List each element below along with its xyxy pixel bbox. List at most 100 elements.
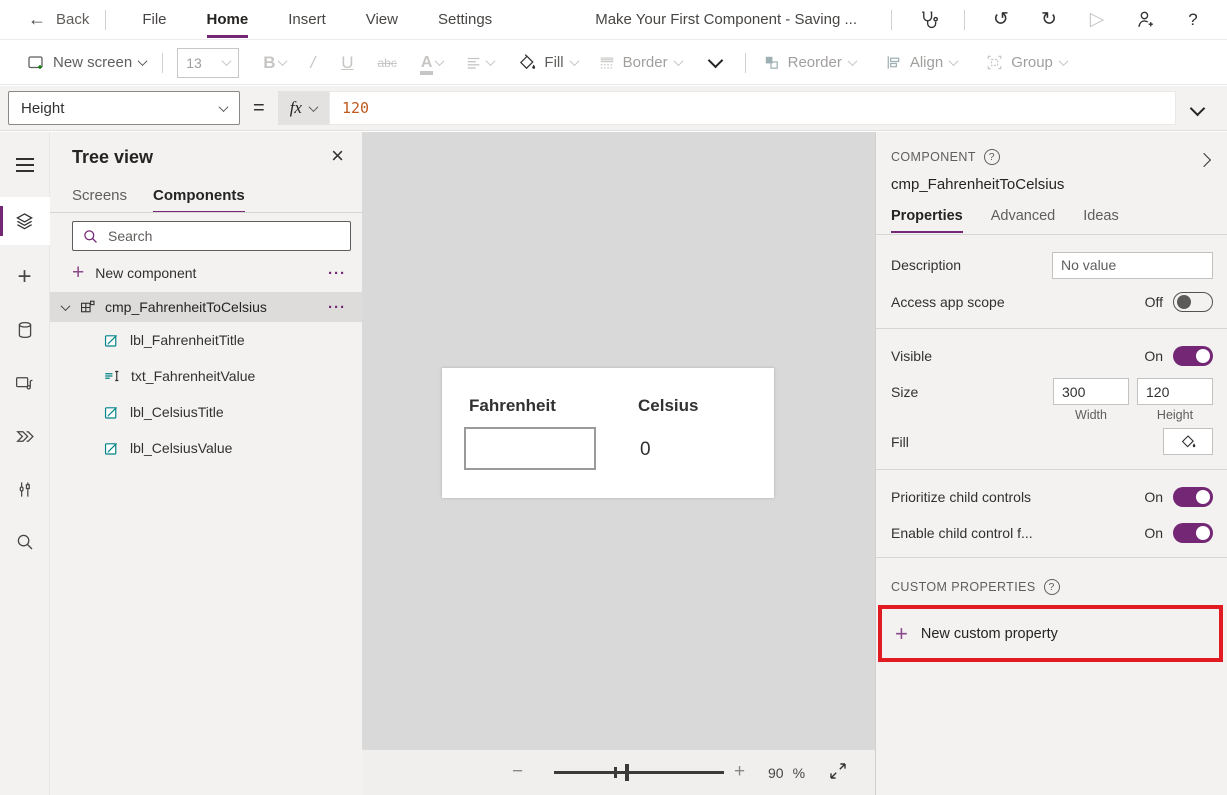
rail-media-button[interactable] bbox=[0, 362, 50, 404]
close-icon[interactable]: × bbox=[331, 145, 344, 167]
rail-insert-button[interactable]: + bbox=[0, 256, 50, 298]
preview-play-button[interactable]: ▷ bbox=[1085, 8, 1109, 32]
tree-view-panel: Tree view × Screens Components + New com… bbox=[50, 132, 362, 795]
zoom-slider-thumb[interactable] bbox=[625, 764, 629, 781]
rail-power-automate-button[interactable] bbox=[0, 415, 50, 457]
text-align-button[interactable] bbox=[465, 54, 496, 72]
help-icon[interactable]: ? bbox=[983, 149, 1000, 165]
formula-bar-expand-chevron[interactable] bbox=[1189, 100, 1206, 116]
fill-color-button[interactable] bbox=[1163, 428, 1213, 455]
fahrenheit-title-label[interactable]: Fahrenheit bbox=[469, 396, 556, 416]
expand-diagonal-icon bbox=[830, 763, 846, 779]
label-icon bbox=[103, 332, 120, 349]
formula-input[interactable] bbox=[328, 91, 1176, 125]
celsius-value-label[interactable]: 0 bbox=[640, 439, 651, 461]
strikethrough-button[interactable]: abc bbox=[378, 56, 397, 70]
tree-item-component[interactable]: cmp_FahrenheitToCelsius ··· bbox=[50, 292, 362, 322]
plus-icon: + bbox=[72, 260, 85, 284]
new-screen-button[interactable]: New screen bbox=[26, 53, 148, 73]
redo-icon: ↻ bbox=[1041, 9, 1057, 30]
properties-panel: COMPONENT ? cmp_FahrenheitToCelsius Prop… bbox=[875, 132, 1227, 795]
fahrenheit-value-input[interactable] bbox=[464, 427, 596, 470]
rail-search-button[interactable] bbox=[0, 521, 50, 563]
fx-selector[interactable]: fx bbox=[277, 91, 329, 125]
tab-properties[interactable]: Properties bbox=[891, 208, 963, 233]
toggle-state-label: On bbox=[1144, 348, 1163, 364]
chevron-down-icon bbox=[221, 56, 232, 67]
app-checker-button[interactable] bbox=[916, 8, 940, 32]
rail-tree-view-button[interactable] bbox=[0, 197, 50, 245]
share-button[interactable] bbox=[1133, 8, 1157, 32]
description-input[interactable] bbox=[1052, 251, 1213, 279]
more-options-icon[interactable]: ··· bbox=[328, 299, 346, 316]
visible-toggle[interactable] bbox=[1173, 346, 1213, 366]
canvas-area: Fahrenheit Celsius 0 − + 90 % bbox=[362, 132, 875, 795]
hamburger-menu-button[interactable] bbox=[0, 144, 50, 186]
menu-item-insert[interactable]: Insert bbox=[268, 0, 346, 40]
panel-collapse-button[interactable] bbox=[1196, 152, 1212, 168]
property-row-access-app-scope: Access app scope Off bbox=[891, 288, 1213, 316]
tree-item-label[interactable]: lbl_CelsiusValue bbox=[50, 430, 362, 466]
reorder-button[interactable]: Reorder bbox=[762, 53, 858, 72]
toolbar-expand-chevron[interactable] bbox=[707, 52, 723, 69]
plus-icon: + bbox=[17, 263, 32, 290]
underline-button[interactable]: U bbox=[341, 53, 353, 73]
property-row-visible: Visible On bbox=[891, 342, 1213, 370]
tree-search-box bbox=[72, 221, 351, 251]
tree-search-input[interactable] bbox=[108, 228, 341, 244]
access-app-scope-toggle[interactable] bbox=[1173, 292, 1213, 312]
zoom-slider[interactable] bbox=[554, 764, 724, 781]
new-component-button[interactable]: + New component ··· bbox=[72, 259, 346, 287]
back-button[interactable]: ← Back bbox=[28, 9, 89, 30]
redo-button[interactable]: ↻ bbox=[1037, 8, 1061, 32]
width-input[interactable] bbox=[1053, 378, 1129, 405]
chevron-right-icon bbox=[1196, 152, 1212, 168]
fit-to-window-button[interactable] bbox=[828, 761, 848, 781]
tab-advanced[interactable]: Advanced bbox=[991, 208, 1056, 233]
equals-sign: = bbox=[253, 96, 265, 119]
menu-item-view[interactable]: View bbox=[346, 0, 418, 40]
help-icon[interactable]: ? bbox=[1043, 579, 1060, 595]
prioritize-child-controls-toggle[interactable] bbox=[1173, 487, 1213, 507]
rail-advanced-tools-button[interactable] bbox=[0, 468, 50, 510]
property-selector[interactable]: Height bbox=[8, 91, 240, 125]
tab-ideas[interactable]: Ideas bbox=[1083, 208, 1118, 233]
group-button[interactable]: Group bbox=[985, 53, 1069, 72]
tab-screens[interactable]: Screens bbox=[72, 187, 127, 213]
bold-button[interactable]: B bbox=[263, 53, 288, 73]
tree-tabs: Screens Components bbox=[72, 187, 245, 213]
border-button[interactable]: Border bbox=[598, 54, 684, 72]
menu-item-settings[interactable]: Settings bbox=[418, 0, 512, 40]
tree-item-label[interactable]: lbl_CelsiusTitle bbox=[50, 394, 362, 430]
group-icon bbox=[985, 53, 1004, 72]
font-color-button[interactable]: A bbox=[419, 54, 445, 75]
zoom-percent: 90 % bbox=[768, 765, 806, 781]
chevron-expanded-icon[interactable] bbox=[60, 300, 71, 311]
align-button[interactable]: Align bbox=[884, 53, 959, 72]
tab-components[interactable]: Components bbox=[153, 187, 245, 213]
celsius-title-label[interactable]: Celsius bbox=[638, 396, 698, 416]
menu-item-file[interactable]: File bbox=[122, 0, 186, 40]
tree-list: cmp_FahrenheitToCelsius ··· lbl_Fahrenhe… bbox=[50, 292, 362, 466]
panel-tabs: Properties Advanced Ideas bbox=[891, 208, 1213, 233]
font-size-select[interactable]: 13 bbox=[177, 47, 240, 78]
zoom-out-button[interactable]: − bbox=[512, 761, 523, 783]
height-input[interactable] bbox=[1137, 378, 1213, 405]
new-custom-property-button[interactable]: + New custom property bbox=[882, 609, 1219, 658]
fill-button[interactable]: Fill bbox=[518, 53, 580, 72]
tree-item-label[interactable]: lbl_FahrenheitTitle bbox=[50, 322, 362, 358]
help-button[interactable]: ? bbox=[1181, 8, 1205, 32]
more-options-icon[interactable]: ··· bbox=[328, 265, 346, 282]
component-canvas[interactable]: Fahrenheit Celsius 0 bbox=[442, 368, 774, 498]
app-title: Make Your First Component - Saving ... bbox=[595, 11, 857, 28]
rail-data-button[interactable] bbox=[0, 309, 50, 351]
layers-icon bbox=[14, 211, 35, 232]
tree-item-text-input[interactable]: txt_FahrenheitValue bbox=[50, 358, 362, 394]
red-highlight-annotation: + New custom property bbox=[878, 605, 1223, 662]
menu-item-home[interactable]: Home bbox=[187, 0, 269, 40]
selected-component-name: cmp_FahrenheitToCelsius bbox=[891, 176, 1065, 193]
enable-child-control-toggle[interactable] bbox=[1173, 523, 1213, 543]
undo-button[interactable]: ↺ bbox=[989, 8, 1013, 32]
italic-button[interactable]: / bbox=[310, 53, 315, 73]
zoom-in-button[interactable]: + bbox=[734, 761, 745, 783]
